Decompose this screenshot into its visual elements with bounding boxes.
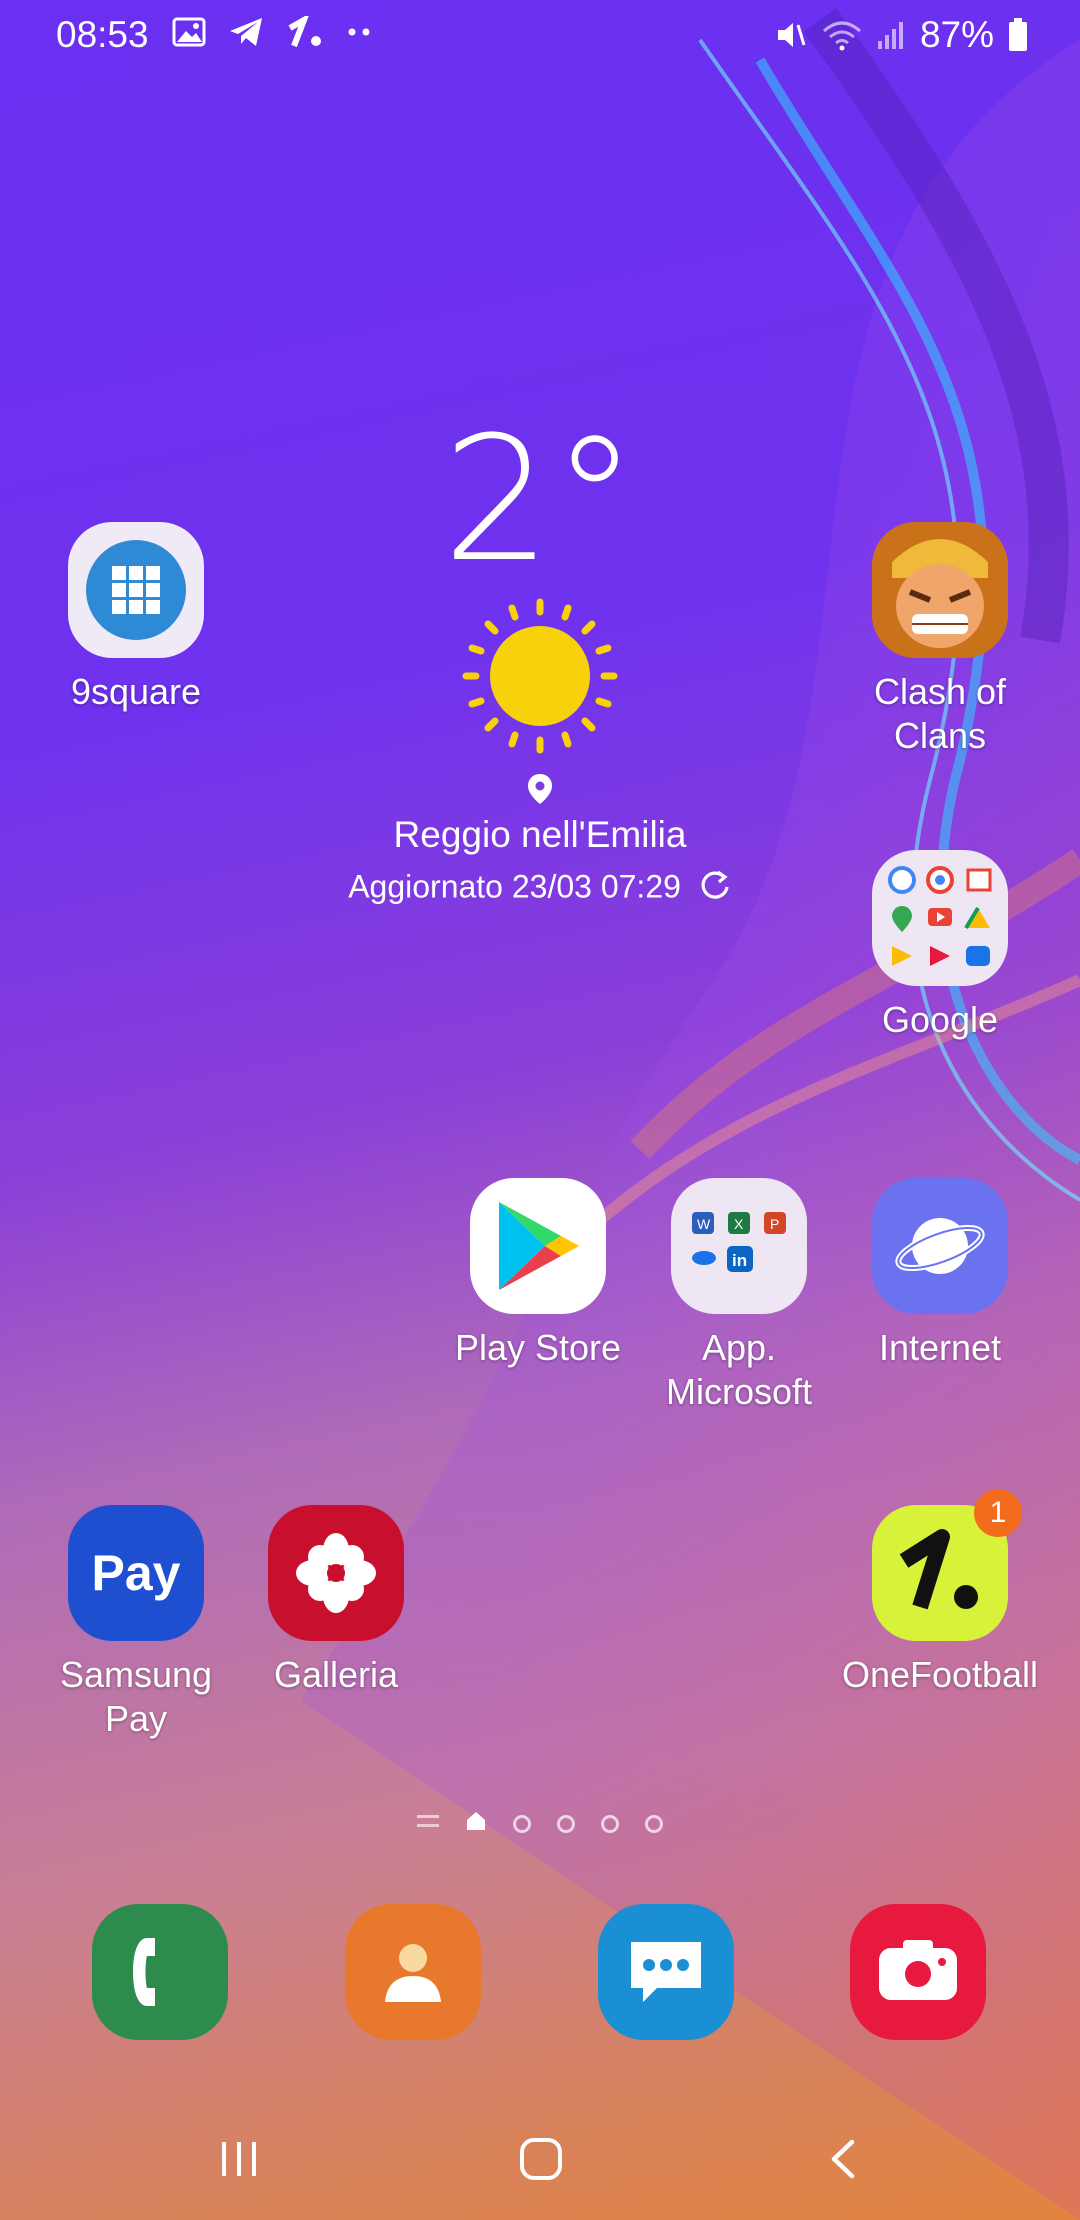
wallpaper-swirl (300, 8, 1080, 2220)
svg-text:P: P (770, 1216, 779, 1232)
image-icon (172, 17, 206, 47)
status-time: 08:53 (56, 14, 149, 55)
svg-text:W: W (697, 1216, 711, 1232)
onefootball-notif-icon (286, 16, 324, 48)
app-galleria[interactable]: Galleria (236, 1505, 436, 1697)
more-dots-icon (346, 26, 374, 38)
battery-percent: 87% (919, 14, 994, 55)
svg-text:X: X (734, 1216, 744, 1232)
navigation-bar (0, 2100, 1080, 2220)
sun-icon (300, 596, 780, 761)
svg-text:in: in (732, 1251, 747, 1270)
samsung-pay-icon-text: Pay (91, 1545, 181, 1601)
battery-icon (1008, 18, 1028, 52)
page-dot[interactable] (557, 1814, 575, 1833)
folder-google[interactable]: Google (840, 850, 1040, 1042)
clash-of-clans-icon (872, 522, 1008, 658)
app-label: Galleria (273, 1654, 399, 1695)
home-icon[interactable] (518, 2136, 564, 2187)
app-play-store[interactable]: Play Store (438, 1178, 638, 1370)
app-clash-of-clans[interactable]: Clash of Clans (840, 522, 1040, 758)
galleria-flower-icon (268, 1505, 404, 1641)
9square-icon (68, 522, 204, 658)
recents-icon[interactable] (218, 2138, 260, 2185)
wifi-icon (822, 19, 862, 51)
page-dot[interactable] (513, 1814, 531, 1833)
microsoft-folder-icon: W X P in (671, 1178, 807, 1314)
phone-icon[interactable] (92, 1904, 228, 2040)
location-pin-icon (300, 773, 780, 810)
app-label: Google (881, 999, 999, 1040)
app-label: Clash of Clans (873, 671, 1007, 756)
app-9square[interactable]: 9square (36, 522, 236, 714)
weather-widget[interactable]: 2° Reggio nell'Emilia Aggiornato 23/03 0… (300, 410, 780, 910)
weather-updated: Aggiornato 23/03 07:29 (348, 868, 681, 905)
app-label: Samsung Pay (59, 1654, 213, 1739)
app-label: Play Store (454, 1327, 622, 1368)
page-dot[interactable] (601, 1814, 619, 1833)
weather-temperature: 2° (442, 399, 638, 600)
mute-icon (774, 19, 808, 51)
google-folder-icon (872, 850, 1008, 986)
app-internet[interactable]: Internet (840, 1178, 1040, 1370)
weather-updated-row: Aggiornato 23/03 07:29 (300, 868, 780, 910)
camera-icon[interactable] (850, 1904, 986, 2040)
folder-microsoft[interactable]: W X P in App. Microsoft (639, 1178, 839, 1414)
page-menu-icon[interactable] (417, 1813, 439, 1834)
app-onefootball[interactable]: 1 OneFootball (840, 1489, 1040, 1697)
home-page-indicator-icon[interactable] (465, 1810, 487, 1837)
telegram-icon (228, 16, 264, 48)
notification-badge: 1 (974, 1489, 1022, 1537)
app-label: Internet (878, 1327, 1002, 1368)
app-label: 9square (70, 671, 202, 712)
samsung-pay-icon: Pay (68, 1505, 204, 1641)
app-label: OneFootball (841, 1654, 1039, 1695)
back-icon[interactable] (826, 2138, 862, 2185)
weather-location: Reggio nell'Emilia (393, 814, 687, 855)
internet-icon (872, 1178, 1008, 1314)
app-samsung-pay[interactable]: Pay Samsung Pay (36, 1505, 236, 1741)
signal-icon (876, 19, 906, 51)
page-dot[interactable] (645, 1814, 663, 1833)
status-bar: 08:53 87% (0, 0, 1080, 70)
contacts-icon[interactable] (345, 1904, 481, 2040)
page-indicator[interactable] (0, 1810, 1080, 1837)
app-label: App. Microsoft (665, 1327, 813, 1412)
messages-icon[interactable] (598, 1904, 734, 2040)
play-store-icon (470, 1178, 606, 1314)
refresh-icon[interactable] (698, 868, 732, 910)
